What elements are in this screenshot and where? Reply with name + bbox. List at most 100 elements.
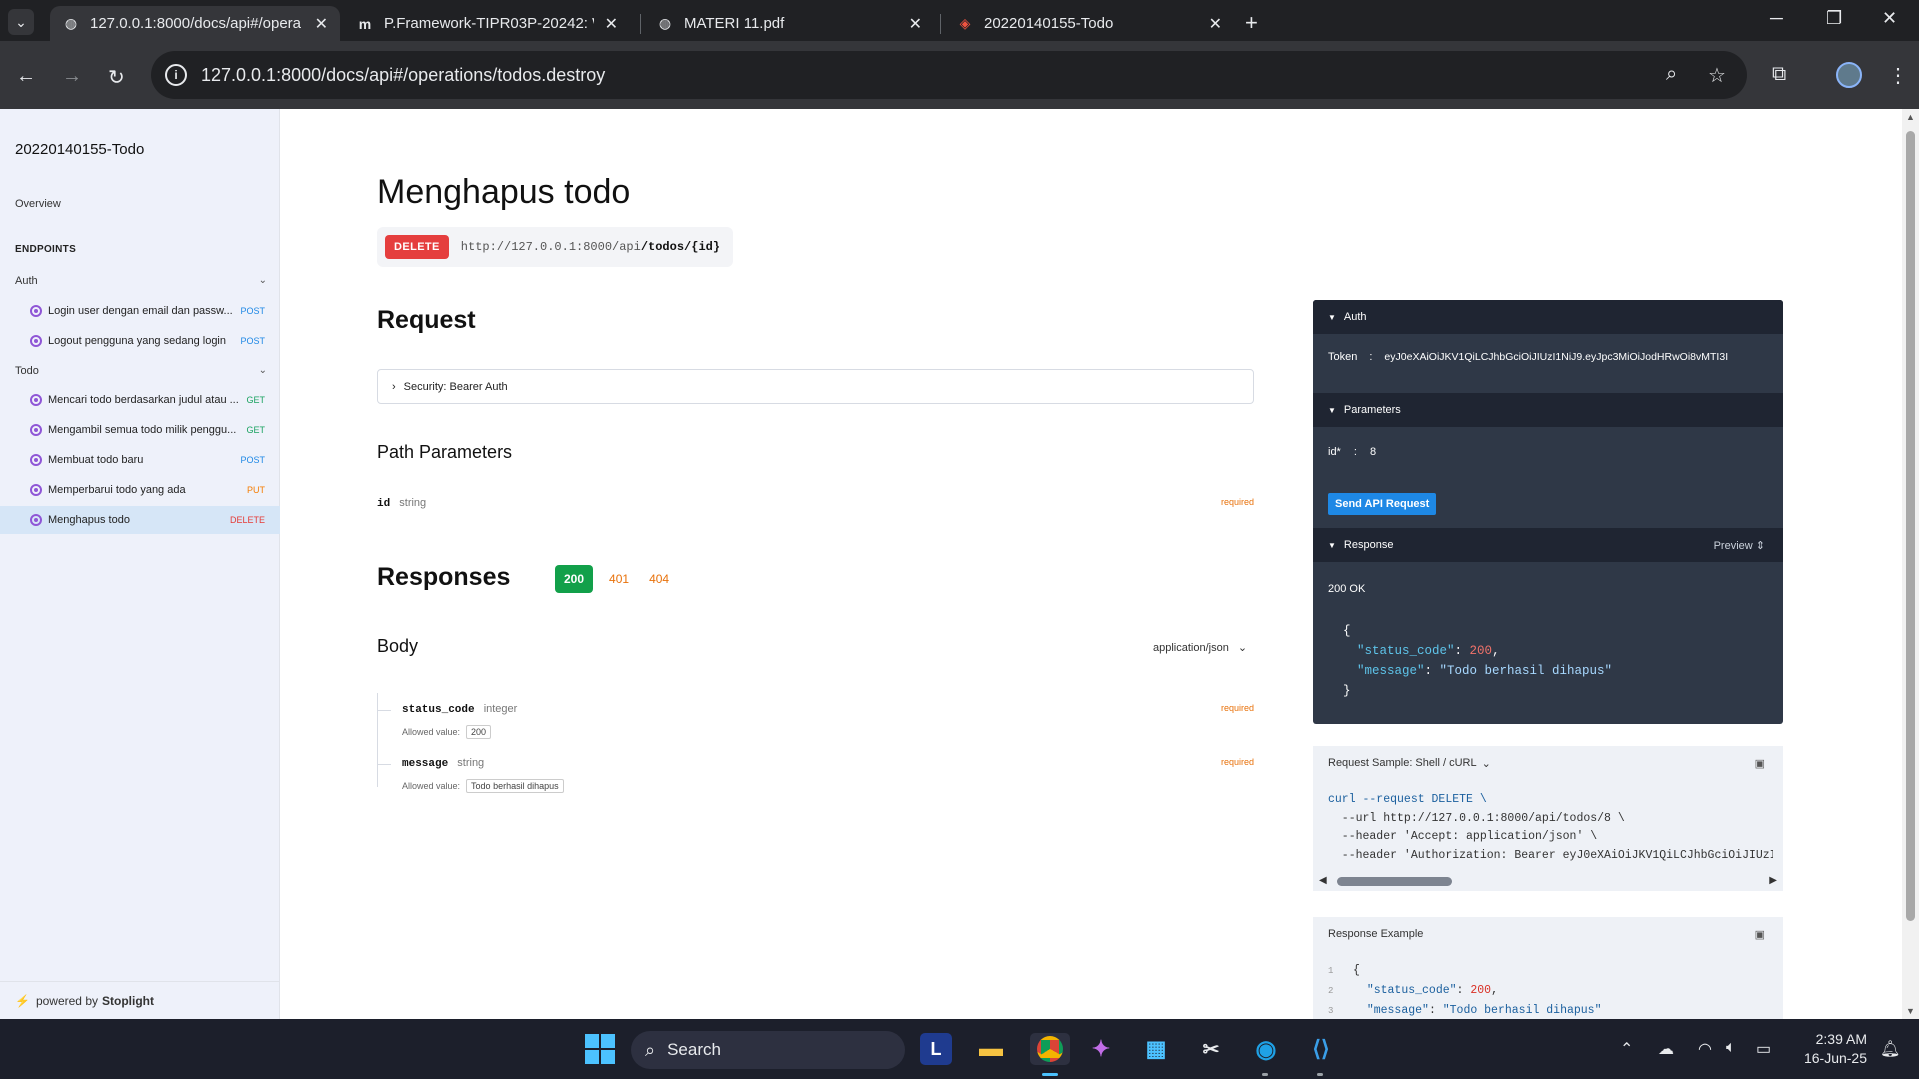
copilot-icon[interactable]: ✦ <box>1085 1033 1117 1065</box>
minimize-icon[interactable]: ─ <box>1770 8 1783 29</box>
response-code-404[interactable]: 404 <box>649 572 669 586</box>
param-id-input[interactable]: 8 <box>1370 446 1376 458</box>
field-type: string <box>457 757 485 769</box>
sidebar-item-update-todo[interactable]: Memperbarui todo yang ada PUT <box>0 476 280 504</box>
json-key: "status_code" <box>1357 644 1455 658</box>
group-label: Todo <box>15 365 39 377</box>
zoom-icon[interactable]: ⌕ <box>1666 63 1677 86</box>
launcher-l-icon[interactable]: L <box>920 1033 952 1065</box>
page-scrollbar[interactable]: ▲ ▼ <box>1902 109 1919 1019</box>
vscode-icon[interactable]: ⟨⟩ <box>1305 1033 1337 1065</box>
required-label: required <box>1220 757 1254 767</box>
snipping-tool-icon[interactable]: ✂ <box>1195 1033 1227 1065</box>
menu-kebab-icon[interactable]: ⋮ <box>1888 63 1908 88</box>
scroll-left-icon[interactable]: ◀ <box>1319 875 1327 886</box>
auth-section-header[interactable]: ▼ Auth <box>1313 300 1783 334</box>
scroll-down-icon[interactable]: ▼ <box>1906 1006 1915 1016</box>
response-section-header[interactable]: ▼ Response Preview ⇕ <box>1313 528 1783 562</box>
preview-select[interactable]: Preview ⇕ <box>1714 539 1765 552</box>
field-type: integer <box>483 703 518 715</box>
notification-bell-icon[interactable]: 🔔︎ <box>1880 1039 1900 1059</box>
media-type-select[interactable]: application/json ⌄ <box>1153 641 1247 654</box>
powered-by-text: powered by <box>35 993 98 1008</box>
address-bar[interactable]: i 127.0.0.1:8000/docs/api#/operations/to… <box>151 51 1747 99</box>
tab-active[interactable]: ◍ 127.0.0.1:8000/docs/api#/opera ✕ <box>50 6 340 41</box>
tab-title: P.Framework-TIPR03P-20242: W <box>384 15 594 32</box>
bookmark-star-icon[interactable]: ☆ <box>1708 63 1726 88</box>
battery-icon[interactable]: ▭ <box>1756 1039 1771 1059</box>
sidebar-item-login[interactable]: Login user dengan email dan passw... POS… <box>0 297 280 325</box>
edge-icon[interactable]: ◉ <box>1250 1033 1282 1065</box>
sidebar-item-list-todo[interactable]: Mengambil semua todo milik penggu... GET <box>0 416 280 444</box>
tab-materi[interactable]: ◍ MATERI 11.pdf ✕ <box>644 6 934 41</box>
chrome-icon[interactable] <box>1030 1033 1070 1065</box>
close-icon[interactable]: ✕ <box>1209 14 1222 34</box>
sidebar-item-overview[interactable]: Overview <box>15 198 61 210</box>
response-heading: Response <box>1343 539 1394 551</box>
system-clock[interactable]: 2:39 AM 16-Jun-25 <box>1795 1030 1867 1068</box>
scroll-up-icon[interactable]: ▲ <box>1906 112 1915 122</box>
back-icon[interactable]: ← <box>16 65 36 88</box>
onedrive-icon[interactable]: ☁ <box>1658 1039 1674 1059</box>
scroll-thumb[interactable] <box>1906 131 1915 921</box>
json-string: "Todo berhasil dihapus" <box>1442 1004 1602 1017</box>
response-code-tabs: 200 401 404 <box>555 565 689 593</box>
forward-icon[interactable]: → <box>62 65 82 88</box>
laravel-icon: ◈ <box>959 15 971 31</box>
response-code-200[interactable]: 200 <box>555 565 594 593</box>
token-input[interactable]: eyJ0eXAiOiJKV1QiLCJhbGciOiJIUzI1NiJ9.eyJ… <box>1384 351 1754 363</box>
json-number: 200 <box>1469 644 1493 658</box>
code-line: --header 'Authorization: Bearer eyJ0eXAi… <box>1328 848 1773 862</box>
tray-overflow-icon[interactable]: ⌃ <box>1620 1039 1633 1059</box>
window-close-icon[interactable]: ✕ <box>1882 8 1897 29</box>
wifi-icon[interactable]: ◠ <box>1698 1039 1712 1059</box>
restore-icon[interactable]: ❐ <box>1826 8 1842 29</box>
powered-by-link[interactable]: ⚡ powered by Stoplight <box>0 981 280 1019</box>
endpoint-url-box[interactable]: DELETE http://127.0.0.1:8000/api/todos/{… <box>377 227 733 267</box>
volume-icon[interactable]: 🔈︎ <box>1726 1039 1736 1057</box>
tab-framework[interactable]: m P.Framework-TIPR03P-20242: W ✕ <box>344 6 630 41</box>
close-icon[interactable]: ✕ <box>605 14 618 34</box>
taskbar-search[interactable]: ⌕ Search <box>631 1031 905 1069</box>
file-explorer-icon[interactable]: ▬ <box>975 1033 1007 1065</box>
tab-search-button[interactable]: ⌄ <box>8 9 34 35</box>
chevron-right-icon: › <box>392 380 396 393</box>
taskbar: ⌕ Search L ▬ ✦ ▦ ✂ ◉ ⟨⟩ ⌃ ☁ ◠ 🔈︎ ▭ 2:39 … <box>0 1019 1919 1079</box>
store-icon[interactable]: ▦ <box>1140 1033 1172 1065</box>
close-icon[interactable]: ✕ <box>909 14 922 34</box>
project-title[interactable]: 20220140155-Todo <box>15 141 144 158</box>
site-info-icon[interactable]: i <box>165 64 187 86</box>
endpoint-url: http://127.0.0.1:8000/api/todos/{id} <box>461 240 720 254</box>
horizontal-scrollbar[interactable]: ◀ ▶ <box>1319 875 1777 887</box>
security-accordion[interactable]: › Security: Bearer Auth <box>377 369 1254 404</box>
new-tab-icon[interactable]: + <box>1245 10 1258 36</box>
scroll-thumb[interactable] <box>1337 877 1452 886</box>
code-line: --header 'Accept: application/json' \ <box>1328 830 1598 843</box>
windows-start-icon[interactable] <box>585 1034 615 1064</box>
chevron-down-icon[interactable]: ⌄ <box>259 275 267 286</box>
chevron-down-icon[interactable]: ⌄ <box>259 365 267 376</box>
parameters-section-header[interactable]: ▼ Parameters <box>1313 393 1783 427</box>
path-param-row: id string required <box>377 497 1254 510</box>
reload-icon[interactable]: ↻ <box>108 65 125 90</box>
line-number: 3 <box>1328 1006 1334 1016</box>
sidebar-item-label: Memperbarui todo yang ada <box>48 484 186 496</box>
path-params-heading: Path Parameters <box>377 442 513 462</box>
send-api-request-button[interactable]: Send API Request <box>1328 493 1437 515</box>
sidebar-item-create-todo[interactable]: Membuat todo baru POST <box>0 446 280 474</box>
sidebar-item-search-todo[interactable]: Mencari todo berdasarkan judul atau ... … <box>0 386 280 414</box>
sidebar-group-auth[interactable]: Auth ⌄ <box>15 275 267 287</box>
response-code-401[interactable]: 401 <box>609 572 629 586</box>
sidebar-group-todo[interactable]: Todo ⌄ <box>15 365 267 377</box>
copy-icon[interactable]: ▣ <box>1755 928 1765 941</box>
sidebar-item-logout[interactable]: Logout pengguna yang sedang login POST <box>0 327 280 355</box>
extensions-icon[interactable]: ⧉ <box>1772 63 1786 86</box>
tab-todo[interactable]: ◈ 20220140155-Todo ✕ <box>944 6 1234 41</box>
profile-avatar[interactable] <box>1836 62 1862 88</box>
sidebar-item-delete-todo[interactable]: Menghapus todo DELETE <box>0 506 280 534</box>
close-icon[interactable]: ✕ <box>315 14 328 34</box>
scroll-right-icon[interactable]: ▶ <box>1769 875 1777 886</box>
code-line: curl --request DELETE \ <box>1328 793 1487 806</box>
copy-icon[interactable]: ▣ <box>1755 757 1765 770</box>
request-sample-header[interactable]: Request Sample: Shell / cURL ⌄ ▣ <box>1313 746 1783 780</box>
